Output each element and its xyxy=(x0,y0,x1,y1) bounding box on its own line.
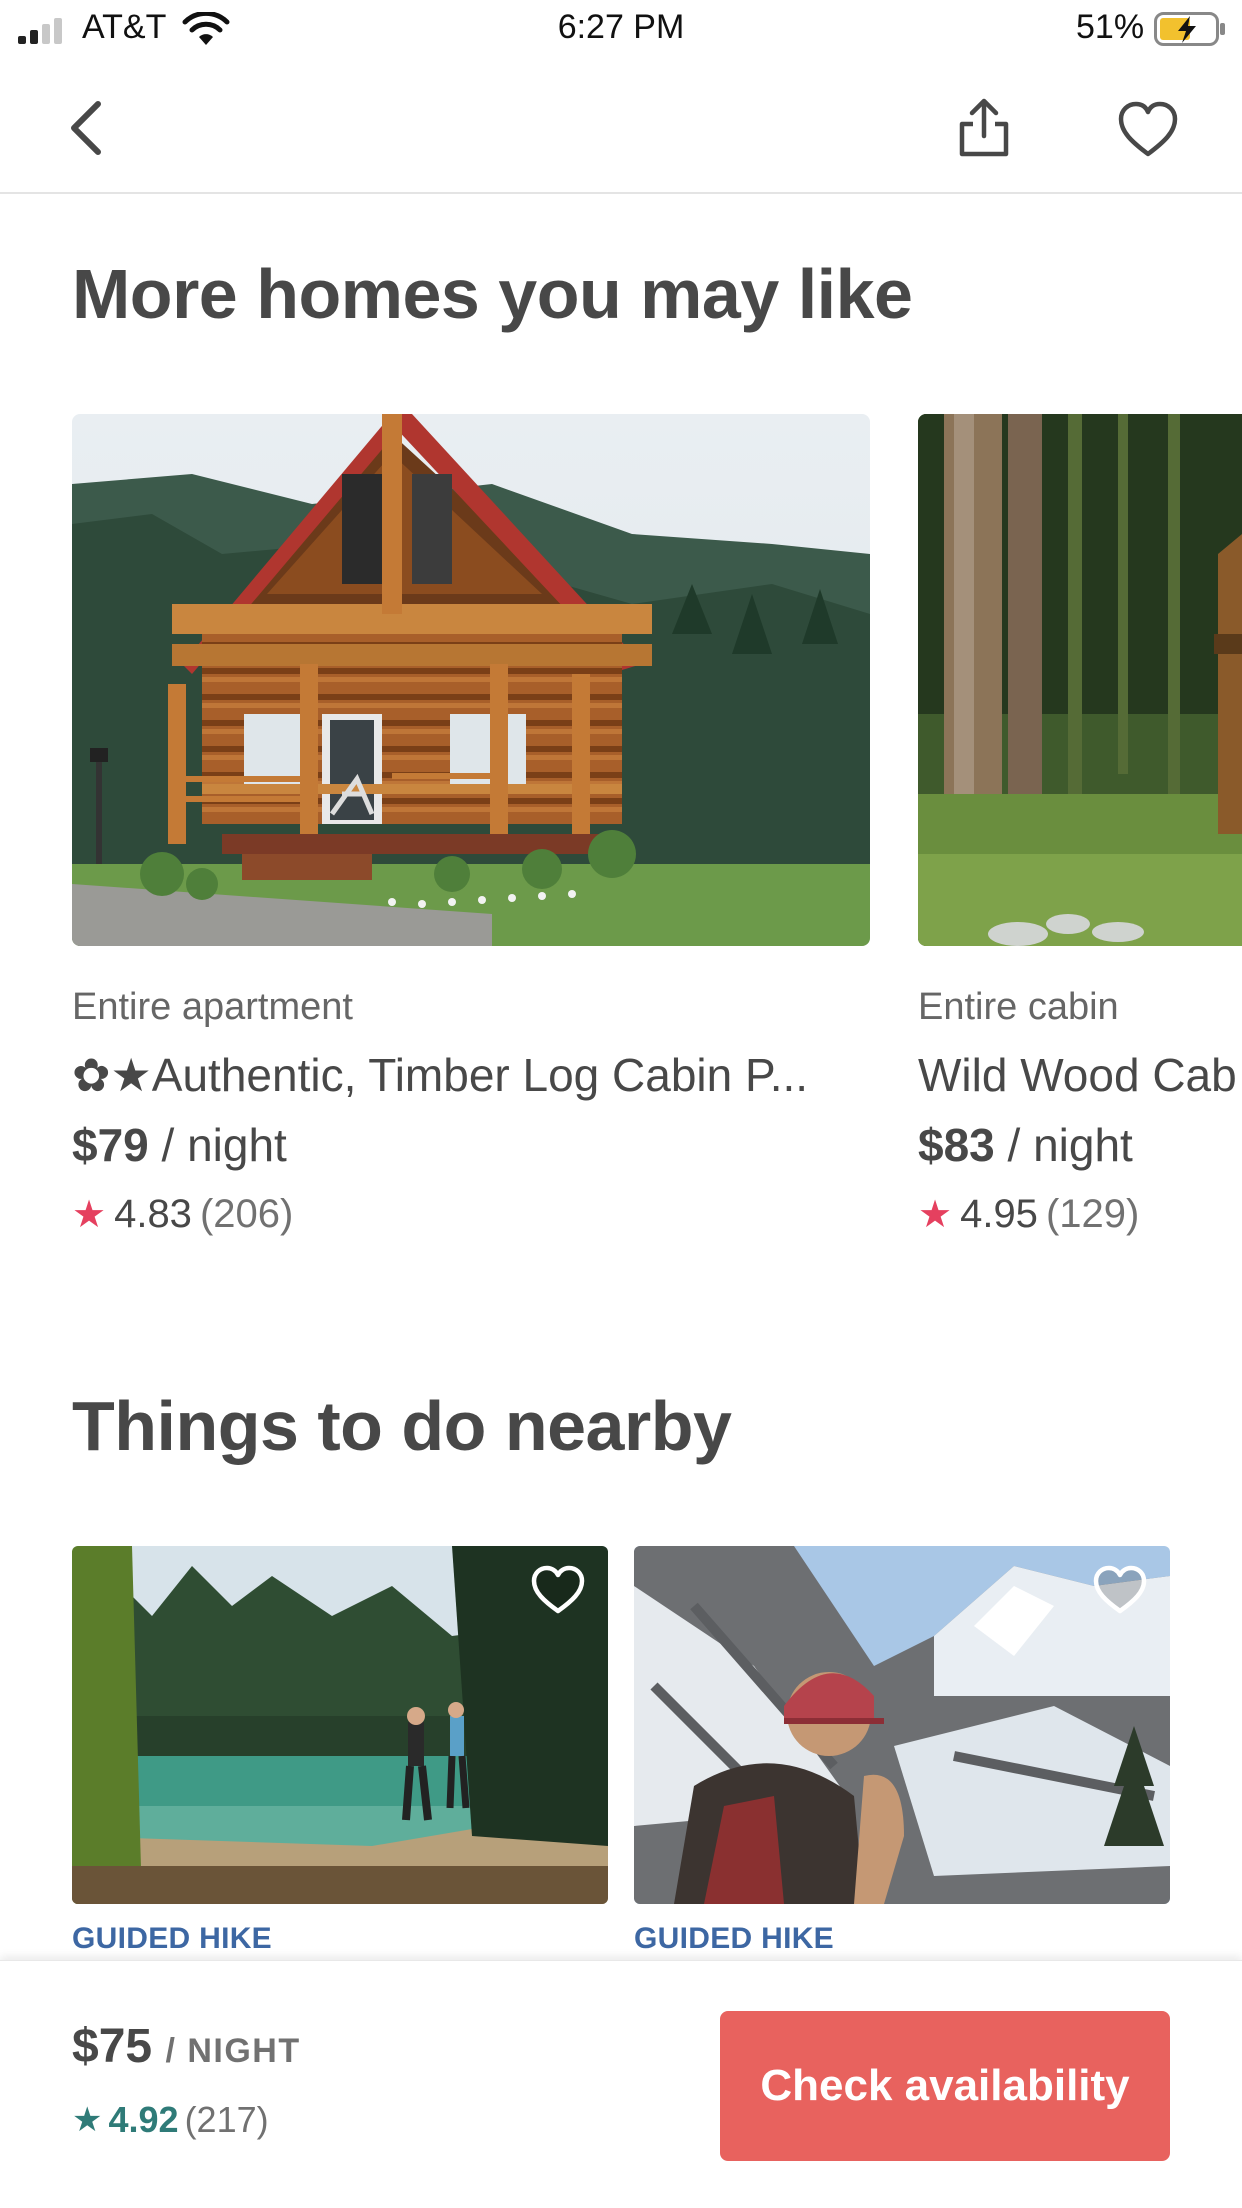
experience-card-mountain-hike[interactable] xyxy=(634,1546,1170,1904)
mountain-hike-photo xyxy=(634,1546,1170,1904)
listing-type: Entire apartment xyxy=(72,986,353,1028)
battery-charging-icon xyxy=(1154,12,1225,46)
listing-type: Entire cabin xyxy=(918,986,1119,1028)
booking-price-unit: / NIGHT xyxy=(165,2032,301,2070)
forest-cabin-photo xyxy=(918,414,1242,946)
listing-price-unit: / night xyxy=(148,1119,287,1171)
listing-rating-value: 4.95 xyxy=(960,1192,1038,1236)
booking-rating-value: 4.92 xyxy=(108,2099,179,2140)
star-icon: ★ xyxy=(918,1194,953,1236)
listing-price-amount: $79 xyxy=(72,1119,149,1171)
booking-price: $75 / NIGHT xyxy=(72,2019,301,2074)
experience-card-lake-hike[interactable] xyxy=(72,1546,608,1904)
star-icon: ★ xyxy=(72,2101,103,2139)
booking-rating[interactable]: ★ 4.92 (217) xyxy=(72,2099,269,2141)
listing-title[interactable]: Wild Wood Cab xyxy=(918,1048,1237,1102)
listing-photo-wild-wood[interactable] xyxy=(918,414,1242,946)
more-homes-title: More homes you may like xyxy=(72,255,913,333)
listing-rating: ★ 4.83 (206) xyxy=(72,1192,293,1237)
top-nav-bar xyxy=(0,60,1242,194)
heart-outline-icon[interactable] xyxy=(530,1564,586,1616)
listing-card[interactable]: Entire cabin Wild Wood Cab $83 / night ★… xyxy=(918,414,1242,1254)
heart-icon[interactable] xyxy=(1116,100,1180,160)
listing-price: $79 / night xyxy=(72,1118,287,1172)
listing-review-count: (129) xyxy=(1045,1192,1140,1236)
check-availability-button[interactable]: Check availability xyxy=(720,2011,1170,2161)
star-icon: ★ xyxy=(72,1194,107,1236)
booking-review-count: (217) xyxy=(184,2099,269,2140)
experience-category: GUIDED HIKE xyxy=(634,1922,834,1955)
booking-bar: $75 / NIGHT ★ 4.92 (217) Check availabil… xyxy=(0,1960,1242,2208)
listing-price-unit: / night xyxy=(994,1119,1133,1171)
heart-outline-icon[interactable] xyxy=(1092,1564,1148,1616)
lake-hike-photo xyxy=(72,1546,608,1904)
listing-rating-value: 4.83 xyxy=(114,1192,192,1236)
log-cabin-photo xyxy=(72,414,870,946)
listing-rating: ★ 4.95 (129) xyxy=(918,1192,1139,1237)
status-bar: AT&T 6:27 PM 51% xyxy=(0,0,1242,60)
listing-price-amount: $83 xyxy=(918,1119,995,1171)
experience-category: GUIDED HIKE xyxy=(72,1922,272,1955)
listing-review-count: (206) xyxy=(199,1192,294,1236)
listing-price: $83 / night xyxy=(918,1118,1133,1172)
booking-price-amount: $75 xyxy=(72,2020,153,2073)
share-icon[interactable] xyxy=(952,96,1016,160)
status-time: 6:27 PM xyxy=(557,8,685,46)
things-to-do-title: Things to do nearby xyxy=(72,1387,732,1465)
battery-percent: 51% xyxy=(1076,8,1145,46)
listing-photo-log-cabin[interactable] xyxy=(72,414,870,946)
back-chevron-icon[interactable] xyxy=(62,98,118,158)
listing-title[interactable]: ✿★Authentic, Timber Log Cabin P... xyxy=(72,1048,808,1102)
